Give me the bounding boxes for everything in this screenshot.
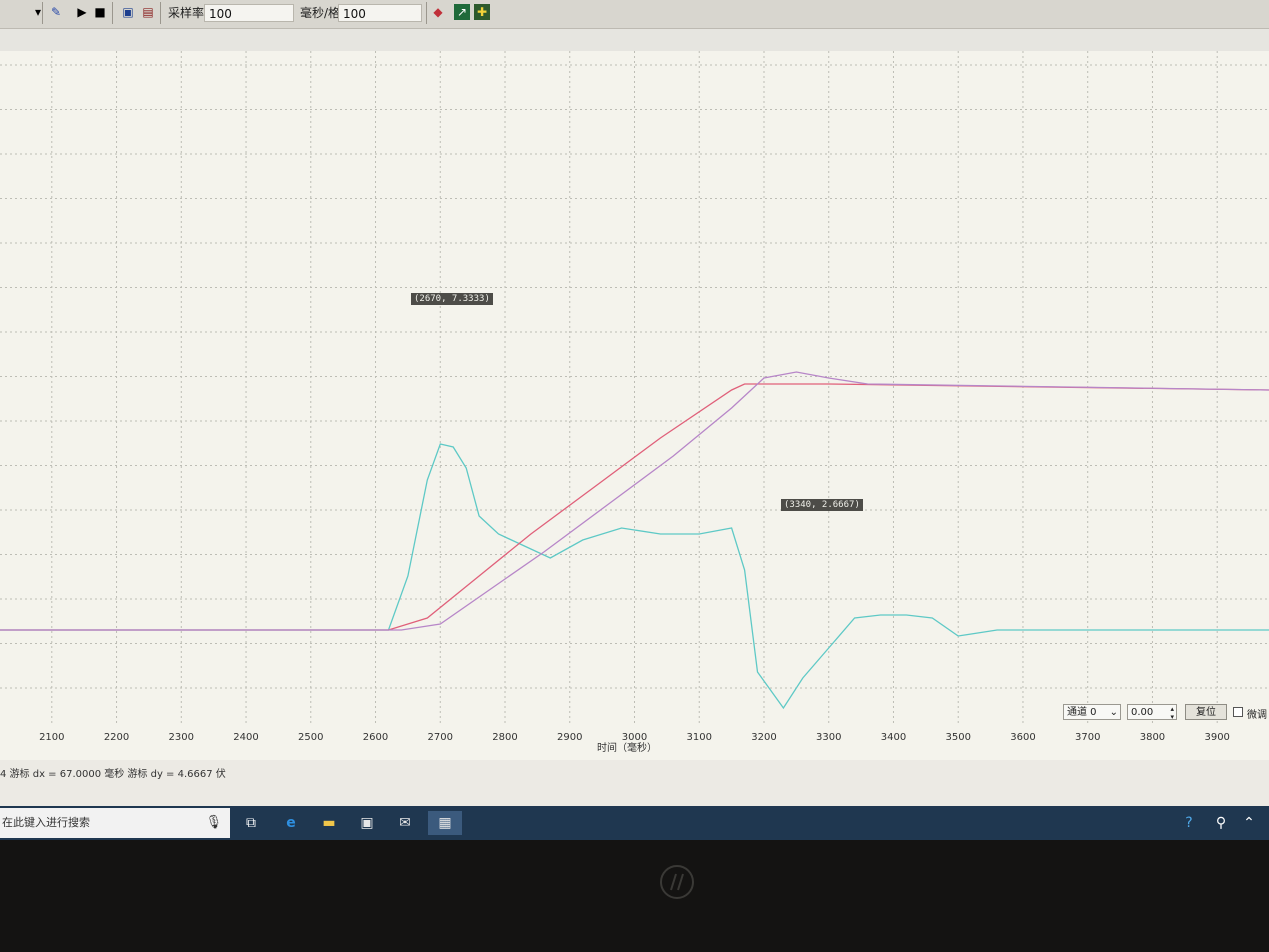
offset-spinbox[interactable]: 0.00 ▴ ▾ [1127,704,1177,721]
mail-icon[interactable]: ✉ [392,811,418,835]
x-tick-label: 3900 [1204,732,1229,743]
x-tick-label: 3100 [687,732,712,743]
channel-select-value: 通道 0 [1067,707,1097,718]
pen-icon[interactable]: ✎ [48,4,64,20]
taskbar-search[interactable]: 在此键入进行搜索 🎙 [0,808,230,838]
x-tick-label: 2100 [39,732,64,743]
toolbar-separator [112,2,113,24]
x-tick-label: 3500 [945,732,970,743]
toolbar: ▾ ✎ ▶ ■ ▣ ▤ 采样率 100 毫秒/格 100 ◆ ↗ ✚ [0,0,1269,29]
x-tick-label: 2600 [363,732,388,743]
toolbar-separator [42,2,43,24]
x-tick-label: 3400 [881,732,906,743]
x-tick-label: 3200 [751,732,776,743]
channel-select[interactable]: 通道 0 ⌄ [1063,704,1121,720]
dropdown-arrow-icon[interactable]: ▾ [30,4,46,20]
sample-rate-input[interactable]: 100 [204,4,294,22]
chart-icon[interactable]: ↗ [454,4,470,20]
toolbar-separator [160,2,161,24]
x-tick-label: 2900 [557,732,582,743]
fine-tune-label: 微调 [1247,710,1267,721]
edge-icon[interactable]: e [278,811,304,835]
store-icon[interactable]: ▣ [354,811,380,835]
x-axis-label: 时间（毫秒） [597,741,657,754]
x-tick-label: 2800 [492,732,517,743]
monitor-screen: ▾ ✎ ▶ ■ ▣ ▤ 采样率 100 毫秒/格 100 ◆ ↗ ✚ 2100 2… [0,0,1269,952]
oscilloscope-app-icon[interactable]: ▦ [428,811,462,835]
microphone-icon[interactable]: 🎙 [205,808,222,838]
ms-per-div-label: 毫秒/格 [300,6,341,20]
status-bar: 4 游标 dx = 67.0000 毫秒 游标 dy = 4.6667 伏 [0,760,1269,806]
cursor-tooltip-2: (3340, 2.6667) [781,499,863,511]
offset-value: 0.00 [1131,707,1154,718]
stop-icon[interactable]: ■ [92,4,108,20]
x-tick-label: 2200 [104,732,129,743]
task-view-icon[interactable]: ⧉ [238,811,264,835]
eraser-icon[interactable]: ◆ [430,4,446,20]
x-tick-label: 2500 [298,732,323,743]
x-ticks: 2100 2200 2300 2400 2500 2600 2700 2800 2900 3000… [39,732,1230,743]
x-tick-label: 3800 [1140,732,1165,743]
play-icon[interactable]: ▶ [74,4,90,20]
spin-arrows-icon[interactable]: ▴ ▾ [1170,705,1174,721]
x-tick-label: 3600 [1010,732,1035,743]
people-icon[interactable]: ⚲ [1208,811,1234,835]
x-tick-label: 3300 [816,732,841,743]
export-icon[interactable]: ▤ [140,4,156,20]
sample-rate-label: 采样率 [168,6,205,20]
x-tick-label: 3700 [1075,732,1100,743]
toolbar-separator [426,2,427,24]
ms-per-div-input[interactable]: 100 [338,4,422,22]
search-placeholder: 在此键入进行搜索 [2,816,90,829]
cursor-tooltip-1: (2670, 7.3333) [411,293,493,305]
reset-button[interactable]: 复位 [1185,704,1227,720]
chevron-up-icon[interactable]: ⌃ [1236,811,1262,835]
save-icon[interactable]: ▣ [120,4,136,20]
status-text: 4 游标 dx = 67.0000 毫秒 游标 dy = 4.6667 伏 [0,769,226,780]
help-icon[interactable]: ? [1176,811,1202,835]
x-tick-label: 2400 [233,732,258,743]
file-explorer-icon[interactable]: ▬ [316,811,342,835]
x-tick-label: 3000 [622,732,647,743]
x-tick-label: 2700 [428,732,453,743]
monitor-bezel [0,840,1269,952]
hp-logo-icon [660,865,694,899]
crosshair-icon[interactable]: ✚ [474,4,490,20]
plot-canvas[interactable]: 2100 2200 2300 2400 2500 2600 2700 2800 2900 3000… [0,51,1269,764]
chevron-down-icon: ⌄ [1109,707,1118,718]
window-separator-bar [0,29,1269,51]
plot-area[interactable]: 2100 2200 2300 2400 2500 2600 2700 2800 2900 3000… [0,51,1269,764]
fine-tune-checkbox[interactable] [1233,707,1243,717]
x-tick-label: 2300 [169,732,194,743]
